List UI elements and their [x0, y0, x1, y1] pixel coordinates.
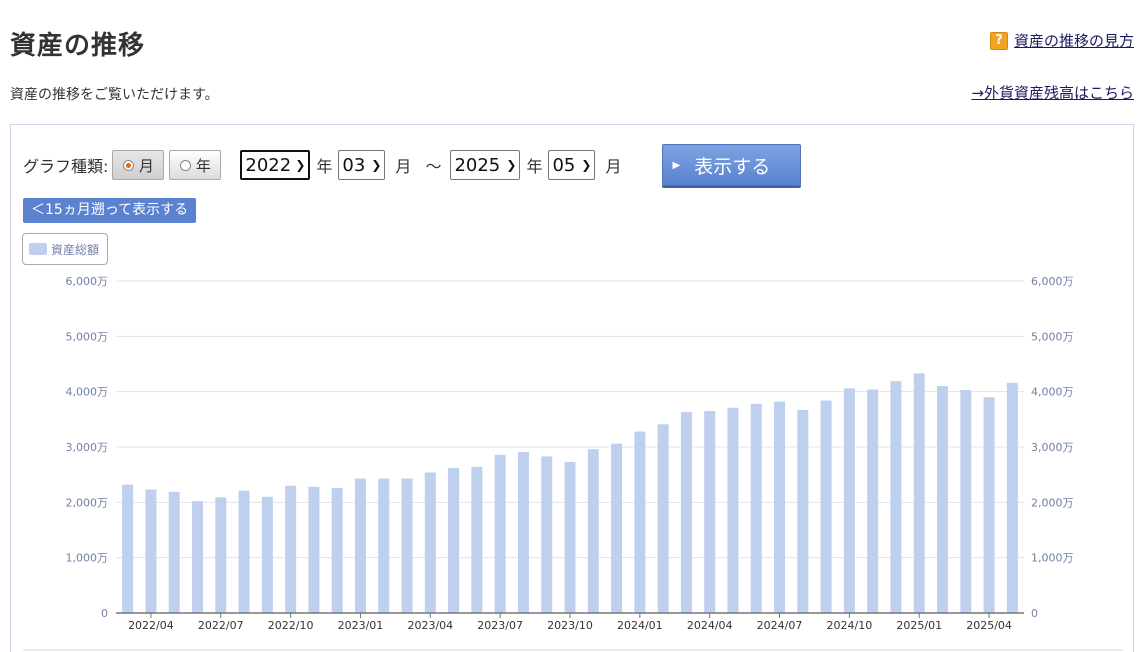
bar: [285, 485, 297, 613]
bar: [168, 491, 180, 613]
bar: [354, 478, 366, 613]
bar: [680, 412, 692, 613]
bar: [704, 411, 716, 613]
asset-bar-chart: 0 0 1,000万 1,000万 2,000万 2,000万 3,000万 3,000万 4,…: [23, 275, 1123, 651]
bar: [960, 390, 972, 613]
y-tick-label-right: 4,000万: [1031, 386, 1074, 399]
y-tick-label-right: 2,000万: [1031, 496, 1074, 509]
bar: [424, 472, 436, 613]
bar: [867, 389, 879, 613]
bar: [820, 400, 832, 613]
x-tick-label: 2024/01: [617, 619, 663, 632]
bar: [331, 487, 343, 613]
y-tick-label-right: 1,000万: [1031, 552, 1074, 565]
bar: [1006, 382, 1018, 613]
bar: [261, 496, 273, 613]
bar: [657, 424, 669, 613]
x-tick-label: 2022/10: [268, 619, 314, 632]
y-tick-label-left: 0: [101, 607, 108, 620]
fx-balance-link[interactable]: →外貨資産残高はこちら: [971, 82, 1134, 103]
x-tick-label: 2025/01: [896, 619, 942, 632]
bar: [774, 401, 786, 613]
bar: [727, 407, 739, 613]
x-tick-label: 2022/07: [198, 619, 244, 632]
bar: [983, 397, 995, 613]
bar: [564, 461, 576, 613]
x-tick-label: 2023/07: [477, 619, 523, 632]
help-link-text[interactable]: 資産の推移の見方: [1014, 30, 1134, 51]
y-tick-label-left: 3,000万: [66, 441, 109, 454]
x-tick-label: 2023/04: [407, 619, 453, 632]
x-tick-label: 2023/01: [338, 619, 384, 632]
y-tick-label-right: 0: [1031, 607, 1038, 620]
help-link[interactable]: ? 資産の推移の見方: [989, 30, 1134, 51]
bar: [122, 484, 134, 613]
x-tick-label: 2023/10: [547, 619, 593, 632]
y-tick-label-left: 5,000万: [66, 330, 109, 343]
page-description: 資産の推移をご覧いただけます。: [10, 87, 219, 103]
bar: [238, 490, 250, 613]
bar: [843, 388, 855, 613]
bar: [191, 501, 203, 613]
y-tick-label-right: 3,000万: [1031, 441, 1074, 454]
question-icon: ?: [989, 31, 1008, 50]
bar: [471, 466, 483, 613]
x-tick-label: 2024/07: [757, 619, 803, 632]
bar: [750, 403, 762, 613]
y-tick-label-right: 5,000万: [1031, 330, 1074, 343]
bar: [378, 478, 390, 613]
y-tick-label-left: 6,000万: [66, 275, 109, 288]
bar: [890, 381, 902, 613]
bar: [937, 386, 949, 613]
y-tick-label-left: 1,000万: [66, 552, 109, 565]
bar: [145, 489, 157, 613]
y-tick-label-right: 6,000万: [1031, 275, 1074, 288]
y-tick-label-left: 4,000万: [66, 386, 109, 399]
page-title: 資産の推移: [10, 31, 146, 61]
bar: [215, 497, 227, 613]
y-tick-label-left: 2,000万: [66, 496, 109, 509]
bar: [517, 451, 529, 613]
x-tick-label: 2024/04: [687, 619, 733, 632]
bar: [401, 478, 413, 613]
bar: [913, 373, 925, 613]
x-tick-label: 2025/04: [966, 619, 1012, 632]
bar: [611, 443, 623, 613]
bar: [308, 486, 320, 613]
bar: [797, 409, 809, 613]
bar: [634, 431, 646, 613]
chart-panel: グラフ種類: 月 年 2022 ❯ 年 03 ❯ 月 ～ 2025 ❯ 年 05…: [10, 124, 1134, 652]
bar: [448, 468, 460, 613]
bar: [494, 454, 506, 613]
bar: [541, 456, 553, 613]
bar: [587, 449, 599, 613]
x-tick-label: 2024/10: [827, 619, 873, 632]
x-tick-label: 2022/04: [128, 619, 174, 632]
